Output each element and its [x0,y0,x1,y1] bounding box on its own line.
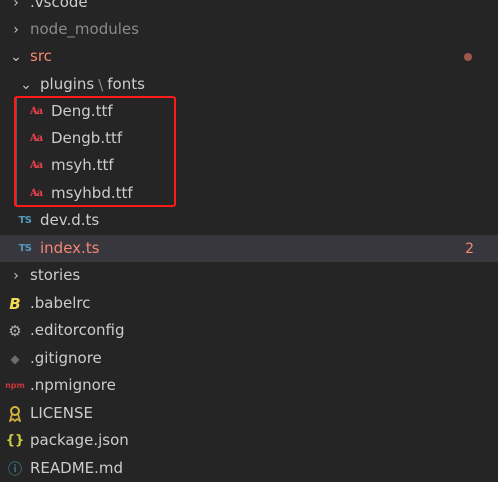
tree-item-gitignore-file[interactable]: ◆ .gitignore [0,345,498,372]
problem-count-badge: 2 [465,240,474,257]
chevron-right-icon: › [13,0,19,11]
font-file-icon: Aa [29,106,43,117]
tree-item-stories-folder[interactable]: › stories [0,262,498,289]
font-file-icon: Aa [29,133,43,144]
tree-item-ts-file-selected[interactable]: TS index.ts 2 [0,235,498,262]
tree-item-label: msyhbd.ttf [51,184,133,202]
tree-item-label: .editorconfig [30,321,125,339]
typescript-file-icon: TS [18,215,32,226]
font-file-icon: Aa [29,188,43,199]
path-separator: \ [98,75,104,94]
tree-item-vscode-folder[interactable]: › .vscode [0,0,498,16]
chevron-right-icon: › [13,267,19,284]
tree-item-ts-file[interactable]: TS dev.d.ts [0,207,498,234]
tree-item-font-file[interactable]: Aa msyhbd.ttf [0,180,498,207]
tree-item-label-secondary: fonts [107,75,145,93]
json-file-icon: {} [5,433,25,448]
tree-item-npmignore-file[interactable]: npm .npmignore [0,372,498,399]
ribbon-shape [9,405,21,422]
npm-file-icon: npm [5,381,25,390]
modified-dot-icon [464,52,472,61]
tree-item-plugins-fonts-folder[interactable]: ⌄ plugins \ fonts [0,71,498,98]
tree-item-label: README.md [30,459,124,477]
tree-item-label: .gitignore [30,349,102,367]
tree-item-font-file[interactable]: Aa msyh.ttf [0,152,498,179]
tree-item-font-file[interactable]: Aa Deng.ttf [0,98,498,125]
tree-item-label: msyh.ttf [51,156,114,174]
tree-item-node-modules-folder[interactable]: › node_modules [0,16,498,43]
tree-item-label: dev.d.ts [40,211,100,229]
tree-item-label: .vscode [30,0,88,11]
info-file-icon: ⓘ [8,461,22,478]
tree-item-label: index.ts [40,239,100,257]
tree-item-label: Dengb.ttf [51,129,123,147]
chevron-right-icon: › [13,21,19,38]
tree-item-label: LICENSE [30,404,93,422]
chevron-down-icon: ⌄ [10,48,22,65]
gear-icon: ⚙ [8,321,22,340]
tree-item-label: .npmignore [30,376,116,394]
tree-item-readme-file[interactable]: ⓘ README.md [0,455,498,482]
tree-item-label: node_modules [30,20,139,38]
tree-item-label: src [30,47,52,65]
babel-file-icon: B [9,294,21,313]
font-file-icon: Aa [29,160,43,171]
tree-item-src-folder[interactable]: ⌄ src [0,43,498,70]
tree-item-font-file[interactable]: Aa Dengb.ttf [0,125,498,152]
tree-item-babelrc-file[interactable]: B .babelrc [0,290,498,317]
tree-item-package-json-file[interactable]: {} package.json [0,427,498,454]
typescript-file-icon: TS [18,243,32,254]
git-file-icon: ◆ [10,351,20,366]
chevron-down-icon: ⌄ [20,76,32,93]
tree-item-license-file[interactable]: LICENSE [0,400,498,427]
tree-item-label: plugins [40,75,95,93]
tree-item-label: package.json [30,431,129,449]
tree-item-label: stories [30,266,81,284]
license-file-icon [7,405,23,422]
tree-item-label: .babelrc [30,294,91,312]
tree-item-editorconfig-file[interactable]: ⚙ .editorconfig [0,317,498,344]
tree-item-label: Deng.ttf [51,102,113,120]
